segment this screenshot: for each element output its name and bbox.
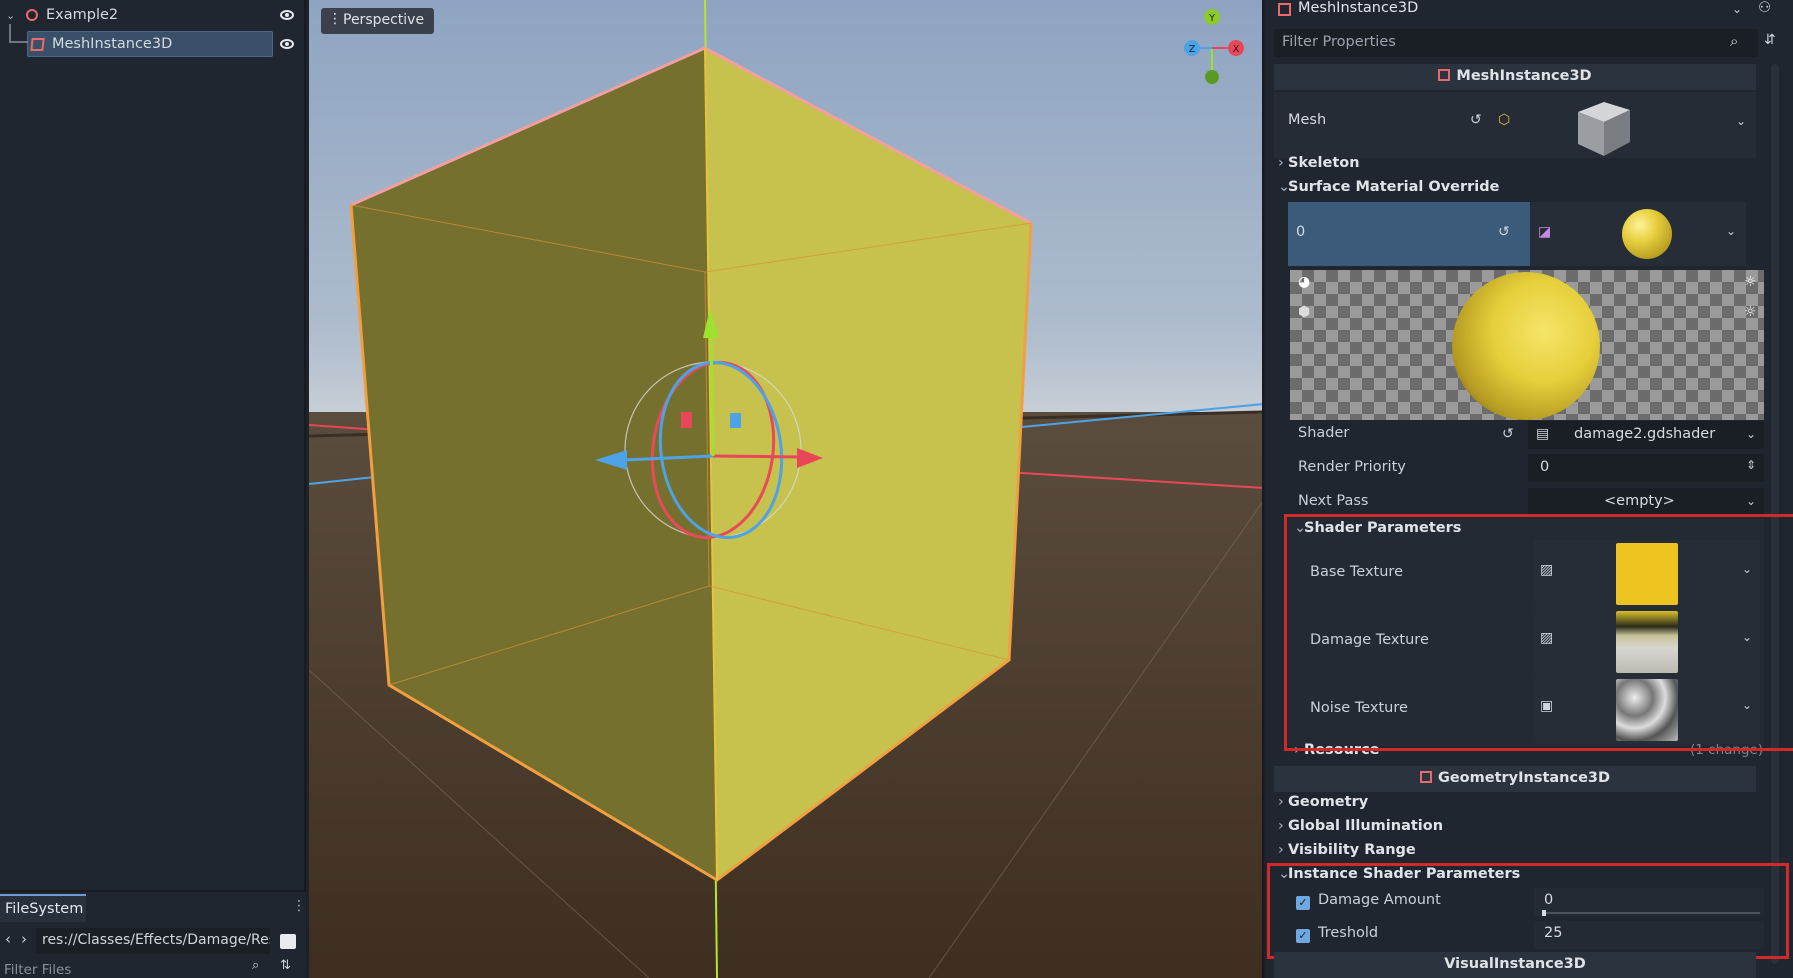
scene-tree-dock: ⌄ Example2 MeshInstance3D <box>0 0 306 890</box>
orient-neg-y-dot[interactable] <box>1205 70 1219 84</box>
category-label: Global Illumination <box>1288 818 1444 834</box>
chevron-down-icon[interactable]: ⌄ <box>6 9 20 22</box>
shader-material-icon: ◪ <box>1538 224 1552 240</box>
visibility-eye-icon[interactable] <box>280 10 294 20</box>
mesh-instance-icon <box>1278 3 1291 16</box>
node3d-icon <box>26 9 38 21</box>
highlight-box-instance-params <box>1267 863 1789 959</box>
tree-item-label: MeshInstance3D <box>52 36 173 52</box>
node-selector-label: MeshInstance3D <box>1298 0 1419 16</box>
perspective-menu-button[interactable]: Perspective <box>321 8 435 34</box>
section-label: MeshInstance3D <box>1456 68 1592 84</box>
sphere-preview-icon[interactable]: ◕ <box>1298 274 1310 290</box>
chevron-down-icon[interactable]: ⌄ <box>1736 114 1746 128</box>
filter-files-input[interactable]: Filter Files <box>4 962 71 978</box>
section-label: VisualInstance3D <box>1444 956 1586 972</box>
surface-index: 0 <box>1296 224 1306 240</box>
box-preview-icon[interactable]: ⬢ <box>1298 304 1310 320</box>
shader-field[interactable]: ▤ damage2.gdshader ⌄ <box>1528 421 1764 449</box>
search-icon: ⌕ <box>252 958 260 973</box>
mesh-row: Mesh ↺ ⬡ ⌄ <box>1274 92 1756 158</box>
section-label: GeometryInstance3D <box>1437 770 1611 786</box>
highlight-box-shader-params <box>1284 514 1793 751</box>
zy-plane-handle[interactable] <box>730 413 741 428</box>
inspector-dock: MeshInstance3D ⌄ ⚇ Filter Properties ⌕ ⇵… <box>1266 0 1793 978</box>
category-global-illumination[interactable]: › Global Illumination <box>1278 818 1443 834</box>
history-icon[interactable]: ⚇ <box>1758 0 1771 16</box>
category-surface-material-override[interactable]: ⌄Surface Material Override <box>1278 179 1500 195</box>
3d-viewport[interactable]: Y X Z Perspective <box>309 0 1264 978</box>
geometry-instance-icon <box>1419 771 1432 783</box>
x-move-axis[interactable] <box>712 454 804 459</box>
back-icon[interactable]: ‹ <box>5 930 11 948</box>
orient-z-label: Z <box>1189 44 1196 55</box>
filter-properties-input[interactable]: Filter Properties <box>1274 29 1758 57</box>
render-priority-spinbox[interactable]: 0 ⇕ <box>1528 454 1764 482</box>
material-thumbnail <box>1622 209 1672 259</box>
next-pass-label: Next Pass <box>1298 493 1369 509</box>
light-2-icon[interactable]: ☼ <box>1744 304 1757 320</box>
surface-0-row[interactable]: 0 ↺ <box>1288 202 1530 266</box>
revert-icon[interactable]: ↺ <box>1470 112 1482 128</box>
mesh-preview[interactable] <box>1572 98 1634 158</box>
property-tools-icon[interactable]: ⇵ <box>1764 32 1776 48</box>
orient-y-label: Y <box>1208 13 1216 24</box>
sort-icon[interactable]: ⇅ <box>280 958 291 973</box>
category-geometry[interactable]: › Geometry <box>1278 794 1368 810</box>
spin-arrows-icon[interactable]: ⇕ <box>1746 458 1756 472</box>
chevron-down-icon[interactable]: ⌄ <box>1732 2 1742 16</box>
render-priority-label: Render Priority <box>1298 459 1406 475</box>
box-mesh-icon: ⬡ <box>1498 112 1511 128</box>
chevron-down-icon[interactable]: ⌄ <box>1726 224 1736 238</box>
category-skeleton[interactable]: › Skeleton <box>1278 155 1360 171</box>
y-move-axis[interactable] <box>709 333 715 457</box>
light-1-icon[interactable]: ☼ <box>1744 274 1757 290</box>
tree-item-label: Example2 <box>46 7 119 23</box>
material-preview: ◕ ⬢ ☼ ☼ <box>1290 270 1764 420</box>
section-meshinstance3d: MeshInstance3D <box>1274 64 1756 90</box>
material-preview-sphere <box>1452 272 1600 420</box>
visibility-eye-icon[interactable] <box>280 39 294 49</box>
tab-filesystem[interactable]: FileSystem <box>0 894 86 922</box>
next-pass-field[interactable]: <empty> ⌄ <box>1528 488 1764 516</box>
section-geometryinstance3d: GeometryInstance3D <box>1274 766 1756 792</box>
section-visualinstance3d: VisualInstance3D <box>1274 952 1756 978</box>
category-label: Surface Material Override <box>1288 179 1500 195</box>
path-field[interactable]: res://Classes/Effects/Damage/Res <box>36 928 270 954</box>
next-pass-value: <empty> <box>1604 493 1675 509</box>
category-visibility-range[interactable]: › Visibility Range <box>1278 842 1416 858</box>
split-mode-icon[interactable] <box>280 934 296 949</box>
mesh-label: Mesh <box>1288 112 1327 128</box>
node-selector[interactable]: MeshInstance3D ⌄ ⚇ <box>1266 0 1793 22</box>
shader-label: Shader <box>1298 425 1350 441</box>
mesh-instance-icon <box>1438 69 1451 81</box>
godot-editor: ⌄ Example2 MeshInstance3D FileSystem ⋮ ‹… <box>0 0 1793 978</box>
revert-icon[interactable]: ↺ <box>1498 224 1510 240</box>
forward-icon[interactable]: › <box>21 930 27 948</box>
orient-x-label: X <box>1233 44 1240 55</box>
tree-item-meshinstance3d[interactable]: MeshInstance3D <box>30 31 173 57</box>
search-icon: ⌕ <box>1730 32 1739 50</box>
shader-file-icon: ▤ <box>1536 426 1550 442</box>
revert-icon[interactable]: ↺ <box>1502 426 1514 442</box>
tree-connector <box>9 24 28 43</box>
chevron-down-icon[interactable]: ⌄ <box>1746 427 1756 441</box>
category-label: Geometry <box>1288 794 1369 810</box>
surface-0-value[interactable]: ◪ ⌄ <box>1530 202 1746 266</box>
filesystem-dock: FileSystem ⋮ ‹ › res://Classes/Effects/D… <box>0 890 306 978</box>
xy-plane-handle[interactable] <box>681 412 692 428</box>
viewport-canvas[interactable]: Y X Z <box>309 0 1264 978</box>
shader-value: damage2.gdshader <box>1574 426 1716 442</box>
dock-menu-icon[interactable]: ⋮ <box>292 898 306 914</box>
render-priority-value: 0 <box>1540 459 1550 475</box>
chevron-down-icon[interactable]: ⌄ <box>1746 494 1756 508</box>
category-label: Visibility Range <box>1288 842 1416 858</box>
mesh-instance-icon <box>30 37 45 51</box>
category-label: Skeleton <box>1288 155 1360 171</box>
